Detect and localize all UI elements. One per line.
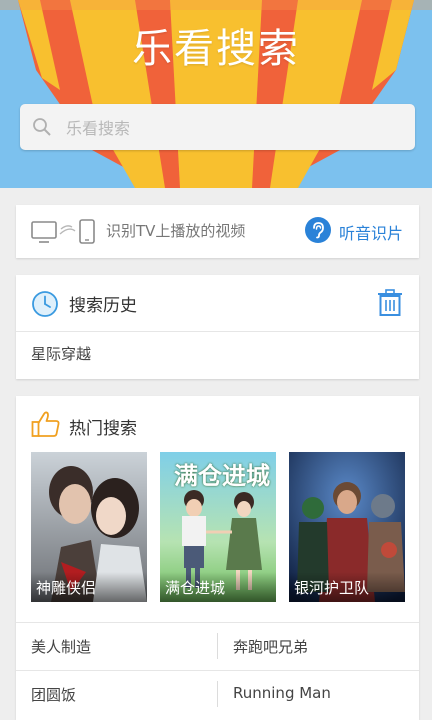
- app-title: 乐看搜索: [132, 26, 300, 72]
- divider: [217, 633, 218, 659]
- header-banner: 乐看搜索: [0, 0, 432, 188]
- poster-caption: 神雕侠侣: [31, 572, 147, 602]
- tv-phone-icon: [31, 219, 97, 249]
- poster-card[interactable]: 满仓进城 满仓进城: [160, 452, 276, 602]
- divider: [16, 670, 419, 671]
- hot-term[interactable]: 奔跑吧兄弟: [233, 636, 308, 657]
- poster-logo-text: 满仓进城: [174, 462, 270, 490]
- clock-icon: [31, 290, 59, 322]
- divider: [16, 622, 419, 623]
- ear-icon: [304, 217, 331, 247]
- hot-term[interactable]: 美人制造: [31, 636, 91, 657]
- thumbs-up-icon: [31, 410, 61, 442]
- listen-recognize-label: 听音识片: [338, 224, 403, 243]
- poster-caption: 银河护卫队: [289, 572, 405, 602]
- tv-recognition-text: 识别TV上播放的视频: [106, 222, 246, 240]
- poster-caption: 满仓进城: [160, 572, 276, 602]
- hot-search-title: 热门搜索: [69, 419, 137, 439]
- search-history-header: 搜索历史: [16, 275, 419, 332]
- divider: [217, 681, 218, 707]
- listen-recognize-button[interactable]: 听音识片: [304, 217, 403, 247]
- hot-term[interactable]: 团圆饭: [31, 684, 76, 705]
- search-input[interactable]: [64, 104, 398, 152]
- hot-search-card: 热门搜索 神雕侠侣 满仓进城 满仓进城 银河护卫队 美人制造 奔跑吧兄弟 团圆饭…: [16, 396, 419, 720]
- search-history-title: 搜索历史: [69, 296, 137, 316]
- hot-term[interactable]: Running Man: [233, 684, 331, 702]
- poster-card[interactable]: 银河护卫队: [289, 452, 405, 602]
- search-box[interactable]: [20, 104, 415, 152]
- search-history-card: 搜索历史 星际穿越: [16, 275, 419, 379]
- poster-card[interactable]: 神雕侠侣: [31, 452, 147, 602]
- history-item[interactable]: 星际穿越: [31, 343, 91, 364]
- trash-icon[interactable]: [377, 289, 403, 321]
- tv-recognition-card[interactable]: 识别TV上播放的视频 听音识片: [16, 205, 419, 258]
